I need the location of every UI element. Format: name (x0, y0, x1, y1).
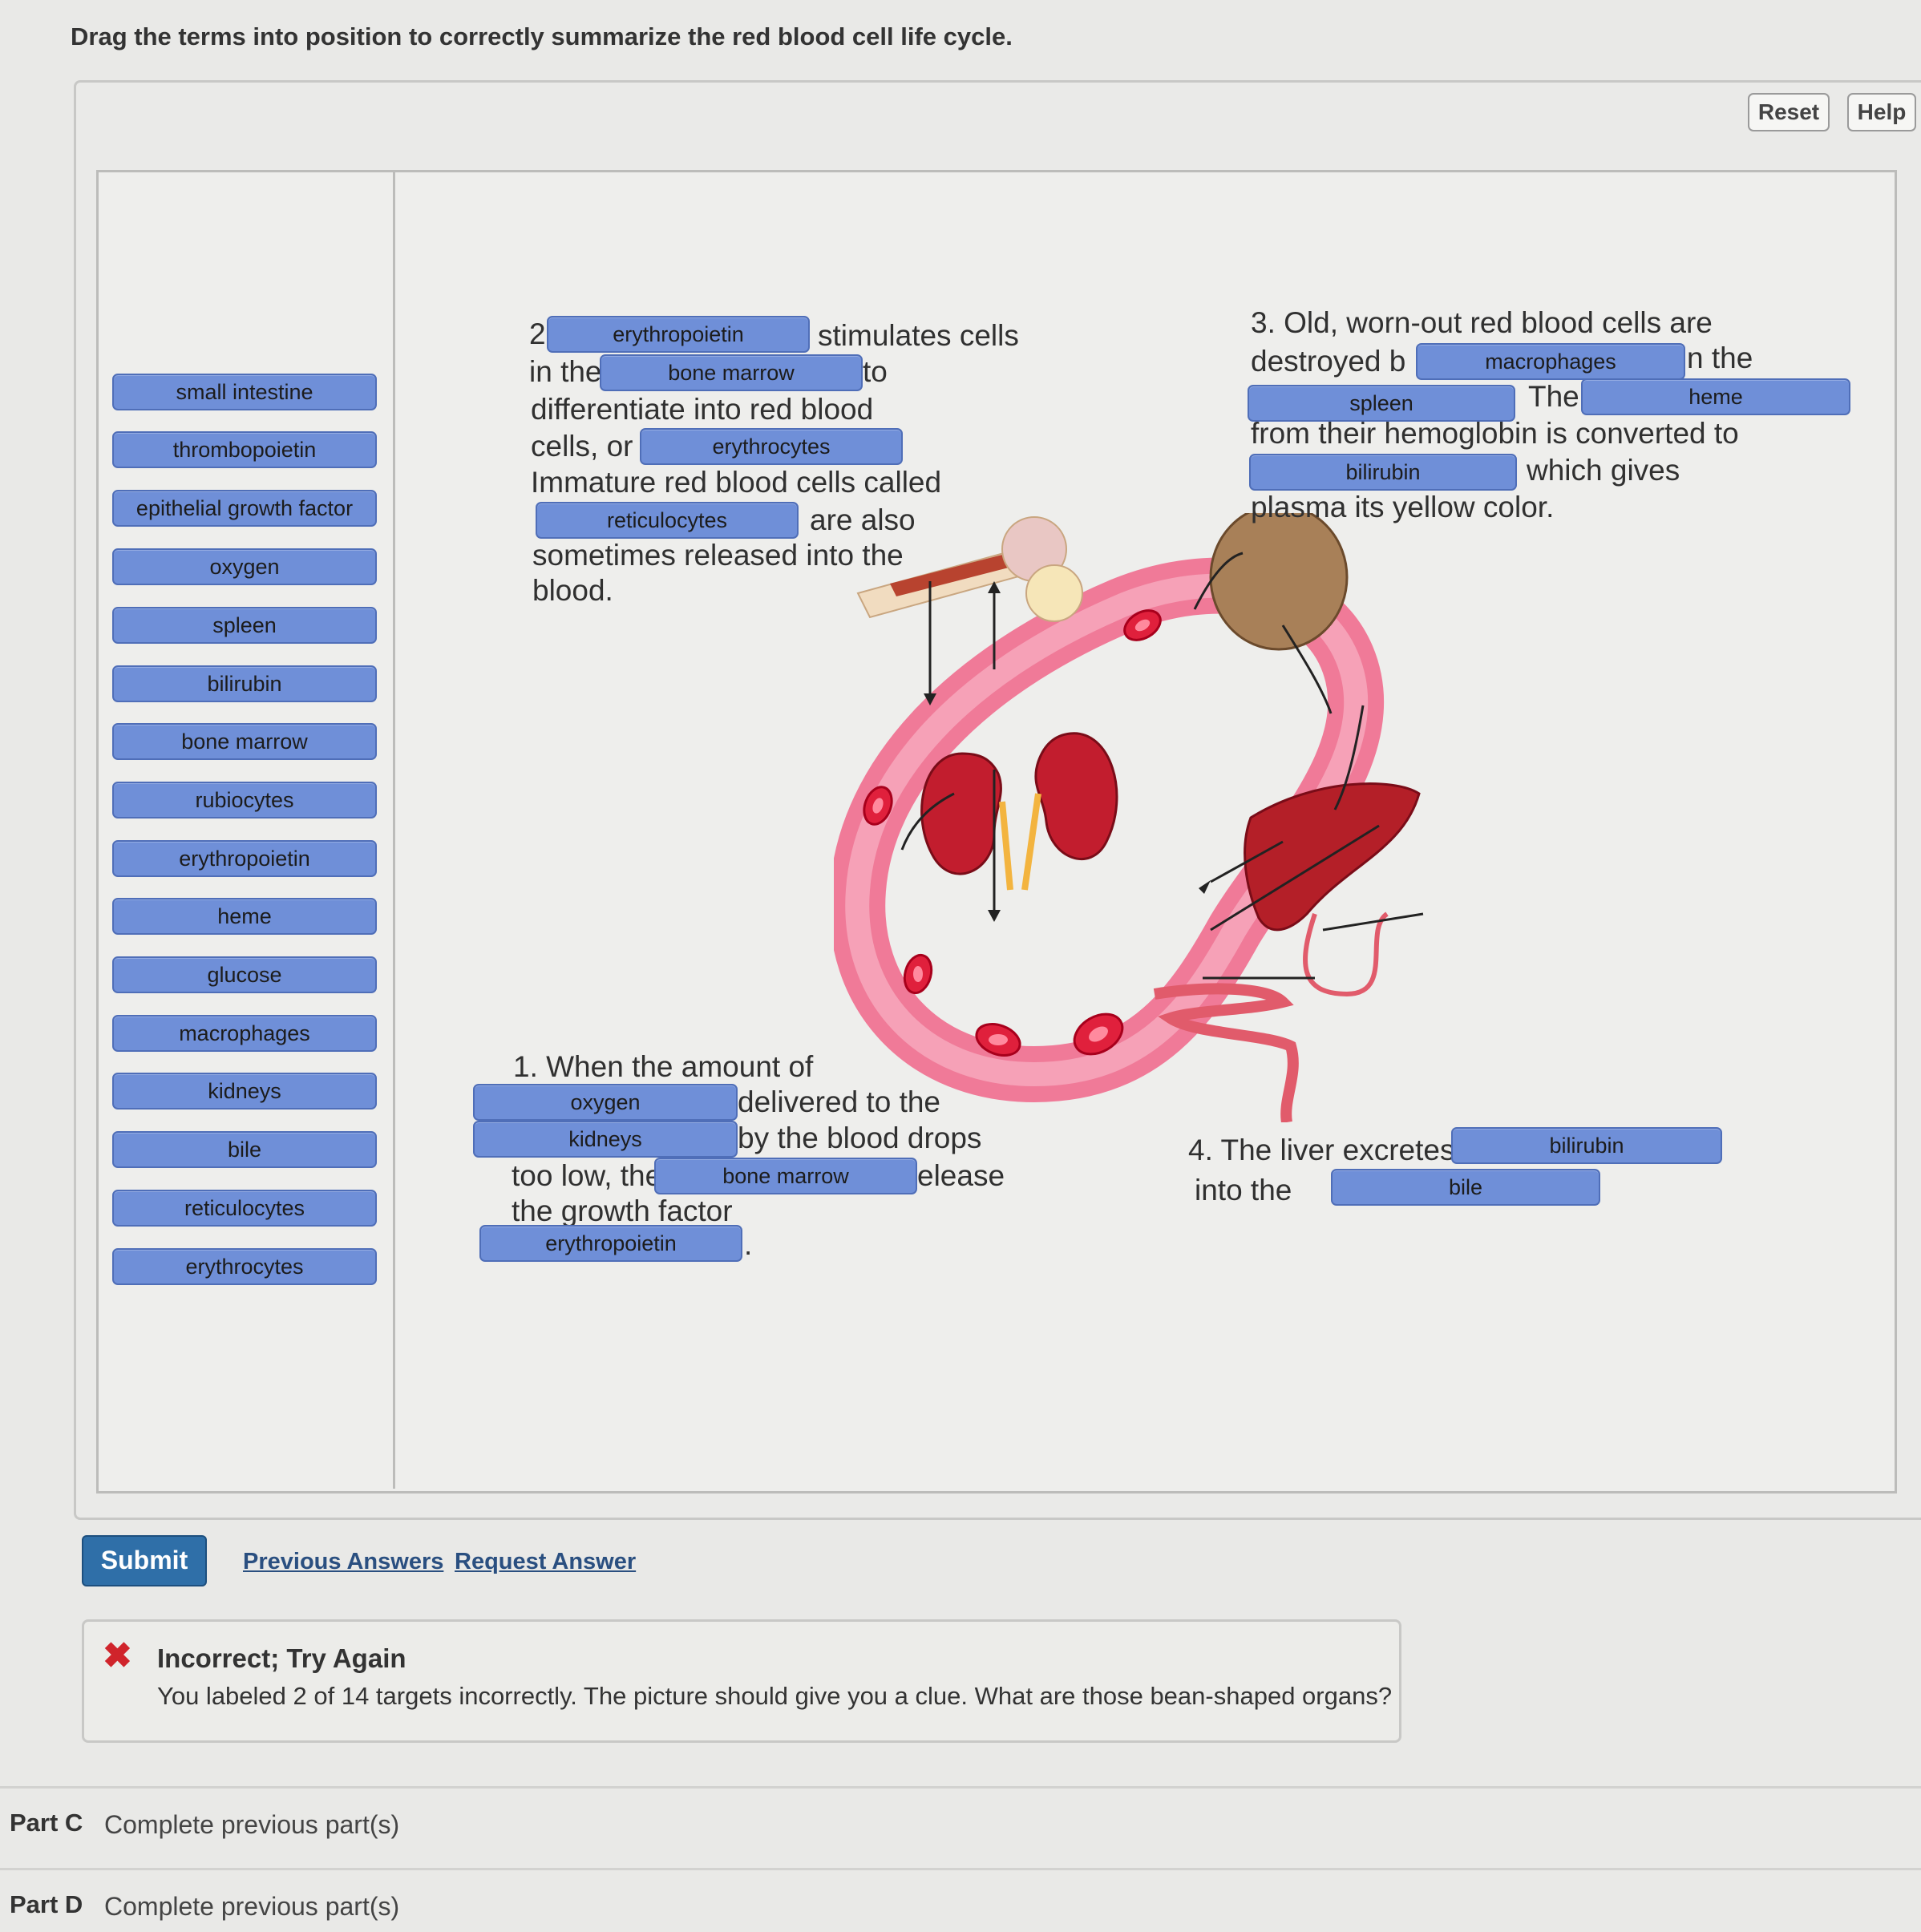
step2-text-1: stimulates cells (818, 319, 1019, 352)
term-chip-oxygen[interactable]: oxygen (112, 548, 377, 585)
term-chip-erythropoietin[interactable]: erythropoietin (112, 840, 377, 877)
step1-text-3: by the blood drops (738, 1122, 982, 1154)
spleen-illustration (1209, 513, 1349, 651)
step3-text-6: which gives (1527, 454, 1680, 487)
term-chip-heme[interactable]: heme (112, 898, 377, 935)
rbc-cycle-illustration (834, 513, 1424, 1122)
part-c-status[interactable]: Complete previous part(s) (104, 1810, 399, 1840)
term-chip-kidneys[interactable]: kidneys (112, 1073, 377, 1109)
step2-number: 2 (529, 317, 546, 350)
step3-text-1: 3. Old, worn-out red blood cells are (1251, 306, 1713, 339)
term-chip-bone-marrow[interactable]: bone marrow (112, 723, 377, 760)
drop-target-step2-1[interactable]: erythropoietin (547, 316, 810, 353)
part-c-label: Part C (10, 1809, 83, 1837)
term-chip-thrombopoietin[interactable]: thrombopoietin (112, 431, 377, 468)
drop-target-step2-3[interactable]: erythrocytes (640, 428, 903, 465)
step2-text-8: sometimes released into the (532, 539, 904, 572)
drop-target-step1-1[interactable]: oxygen (473, 1084, 738, 1121)
term-chip-macrophages[interactable]: macrophages (112, 1015, 377, 1052)
divider (0, 1868, 1921, 1870)
part-d-status[interactable]: Complete previous part(s) (104, 1892, 399, 1922)
term-chip-reticulocytes[interactable]: reticulocytes (112, 1190, 377, 1227)
step4-text-2: into the (1195, 1174, 1292, 1206)
step2-text-4: differentiate into red blood (531, 393, 874, 426)
step2-text-5: cells, or (531, 430, 633, 463)
drop-target-step3-1[interactable]: macrophages (1416, 343, 1685, 380)
step3-text-3: n the (1687, 342, 1753, 374)
step3-text-7: plasma its yellow color. (1251, 491, 1555, 523)
reset-button[interactable]: Reset (1748, 93, 1830, 131)
step3-text-5: from their hemoglobin is converted to (1251, 417, 1739, 450)
drop-target-step1-4[interactable]: erythropoietin (479, 1225, 742, 1262)
step2-text-7: are also (810, 503, 916, 536)
term-chip-bilirubin[interactable]: bilirubin (112, 665, 377, 702)
drop-target-step2-2[interactable]: bone marrow (600, 354, 863, 391)
submit-button[interactable]: Submit (82, 1535, 207, 1586)
drop-target-step2-4[interactable]: reticulocytes (536, 502, 799, 539)
feedback-box (82, 1619, 1401, 1743)
drop-target-step4-2[interactable]: bile (1331, 1169, 1600, 1206)
step1-text-6: the growth factor (512, 1194, 733, 1227)
step3-text-2: destroyed b (1251, 345, 1406, 378)
drop-target-step4-1[interactable]: bilirubin (1451, 1127, 1722, 1164)
liver-illustration (1244, 782, 1421, 932)
term-chip-glucose[interactable]: glucose (112, 956, 377, 993)
term-chip-bile[interactable]: bile (112, 1131, 377, 1168)
error-x-icon: ✖ (103, 1636, 132, 1675)
step1-text-2: delivered to the (738, 1085, 941, 1118)
step2-text-2: in the (529, 355, 602, 388)
feedback-message: You labeled 2 of 14 targets incorrectly.… (157, 1682, 1393, 1710)
help-button[interactable]: Help (1847, 93, 1916, 131)
term-chip-rubiocytes[interactable]: rubiocytes (112, 782, 377, 818)
step4-text-1: 4. The liver excretes (1188, 1134, 1455, 1166)
step2-text-9: blood. (532, 574, 613, 607)
term-chip-spleen[interactable]: spleen (112, 607, 377, 644)
drop-target-step1-2[interactable]: kidneys (473, 1121, 738, 1158)
term-chip-epithelial-growth-factor[interactable]: epithelial growth factor (112, 490, 377, 527)
drop-target-step3-3[interactable]: heme (1581, 378, 1850, 415)
step3-text-4: The (1528, 380, 1579, 413)
kidneys-illustration (920, 732, 1118, 875)
divider (0, 1786, 1921, 1789)
previous-answers-link[interactable]: Previous Answers (243, 1549, 443, 1575)
term-bank (96, 170, 395, 1489)
request-answer-link[interactable]: Request Answer (455, 1549, 636, 1575)
term-chip-small-intestine[interactable]: small intestine (112, 374, 377, 410)
step2-text-6: Immature red blood cells called (531, 466, 942, 499)
drop-target-step1-3[interactable]: bone marrow (654, 1158, 917, 1194)
drop-target-step3-4[interactable]: bilirubin (1249, 454, 1517, 491)
step1-text-4: too low, the (512, 1159, 662, 1192)
feedback-title: Incorrect; Try Again (157, 1643, 406, 1673)
part-d-label: Part D (10, 1890, 83, 1918)
instruction-text: Drag the terms into position to correctl… (71, 22, 1013, 51)
step1-text-5: elease (917, 1159, 1005, 1192)
term-chip-erythrocytes[interactable]: erythrocytes (112, 1248, 377, 1285)
step2-text-3: to (863, 355, 888, 388)
step1-text-7: . (744, 1228, 753, 1261)
step1-text-1: 1. When the amount of (513, 1050, 814, 1083)
